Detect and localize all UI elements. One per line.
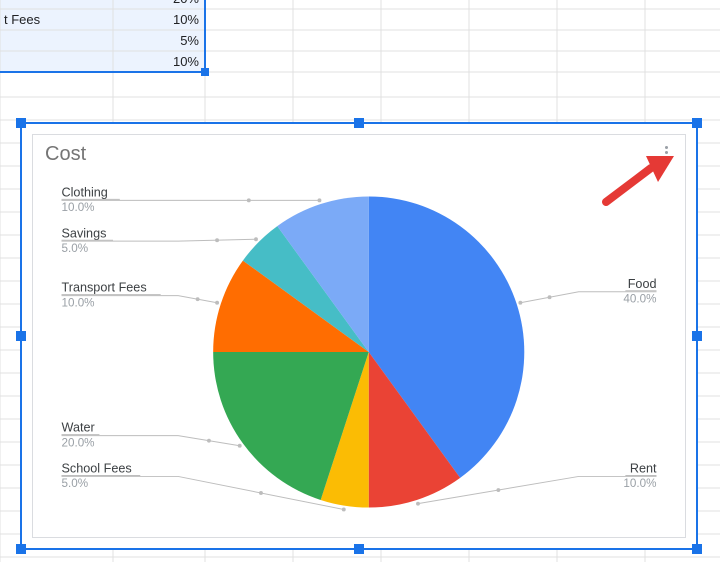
svg-text:10.0%: 10.0% <box>62 201 95 214</box>
svg-text:40.0%: 40.0% <box>623 292 656 305</box>
chart-plot-area: Cost Food40.0%Rent10.0%School Fees5.0%Wa… <box>32 134 686 538</box>
resize-handle-top-middle[interactable] <box>354 118 364 128</box>
svg-text:20.0%: 20.0% <box>62 436 95 449</box>
svg-text:10.0%: 10.0% <box>623 477 656 490</box>
svg-text:Rent: Rent <box>630 462 657 476</box>
resize-handle-bottom-left[interactable] <box>16 544 26 554</box>
pie-label: Rent10.0% <box>623 462 657 491</box>
chart-object[interactable]: Cost Food40.0%Rent10.0%School Fees5.0%Wa… <box>20 122 698 550</box>
resize-handle-top-right[interactable] <box>692 118 702 128</box>
svg-text:5%: 5% <box>180 33 199 48</box>
svg-text:Savings: Savings <box>62 226 107 240</box>
pie-label: Transport Fees10.0% <box>62 281 161 310</box>
pie-label: Water20.0% <box>62 421 100 450</box>
svg-text:Water: Water <box>62 421 95 435</box>
svg-text:20%: 20% <box>173 0 199 6</box>
svg-text:Food: Food <box>628 277 657 291</box>
resize-handle-middle-left[interactable] <box>16 331 26 341</box>
resize-handle-bottom-right[interactable] <box>692 544 702 554</box>
svg-text:5.0%: 5.0% <box>62 477 89 490</box>
svg-text:School Fees: School Fees <box>62 462 132 476</box>
svg-text:10.0%: 10.0% <box>62 296 95 309</box>
resize-handle-middle-right[interactable] <box>692 331 702 341</box>
pie-label: Food40.0% <box>623 277 656 306</box>
svg-text:5.0%: 5.0% <box>62 242 89 255</box>
svg-text:Transport Fees: Transport Fees <box>62 281 147 295</box>
svg-text:10%: 10% <box>173 12 199 27</box>
pie-label: School Fees5.0% <box>62 462 141 491</box>
pie-label: Savings 5.0% <box>62 226 114 255</box>
resize-handle-bottom-middle[interactable] <box>354 544 364 554</box>
chart-title: Cost <box>45 143 86 166</box>
pie-chart: Food40.0%Rent10.0%School Fees5.0%Water20… <box>33 177 685 527</box>
pie-label: Clothing 10.0% <box>62 185 120 214</box>
svg-text:t Fees: t Fees <box>4 12 41 27</box>
resize-handle-top-left[interactable] <box>16 118 26 128</box>
chart-menu-icon[interactable] <box>659 145 675 161</box>
svg-text:10%: 10% <box>173 54 199 69</box>
svg-text:Clothing: Clothing <box>62 185 108 199</box>
